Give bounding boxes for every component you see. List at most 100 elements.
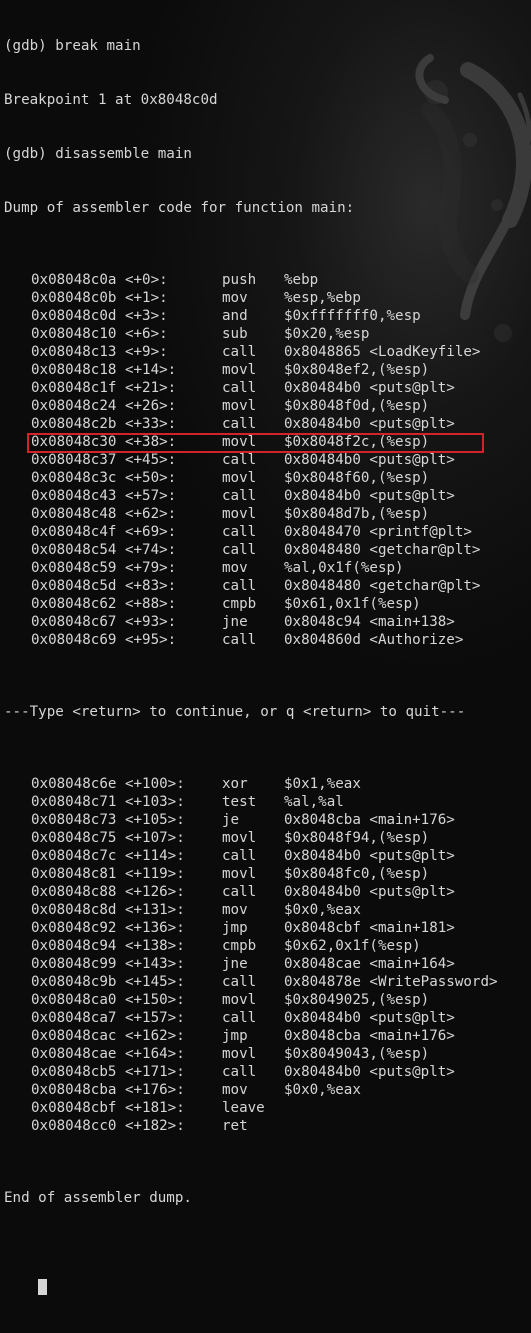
instruction-mnemonic: call bbox=[222, 974, 257, 990]
instruction-operands: $0x8048f94,(%esp) bbox=[284, 830, 430, 846]
disasm-line: 0x08048c10 <+6>: sub $0x20,%esp bbox=[4, 325, 531, 343]
disasm-line: 0x08048c0a <+0>: push %ebp bbox=[4, 271, 531, 289]
instruction-address: 0x08048c5d <+83>: bbox=[31, 578, 177, 594]
instruction-mnemonic: and bbox=[222, 308, 248, 324]
disasm-line: 0x08048c7c <+114>: call 0x80484b0 <puts@pl… bbox=[4, 847, 531, 865]
disasm-line: 0x08048c24 <+26>: movl $0x8048f0d,(%esp) bbox=[4, 397, 531, 415]
instruction-operands: 0x80484b0 <puts@plt> bbox=[284, 848, 455, 864]
instruction-address: 0x08048c69 <+95>: bbox=[31, 632, 177, 648]
instruction-address: 0x08048c73 <+105>: bbox=[31, 812, 185, 828]
disasm-line: 0x08048c94 <+138>: cmpb $0x62,0x1f(%esp) bbox=[4, 937, 531, 955]
instruction-operands: $0x8049025,(%esp) bbox=[284, 992, 430, 1008]
instruction-mnemonic: je bbox=[222, 812, 240, 828]
disasm-line: 0x08048cae <+164>: movl $0x8049043,(%esp) bbox=[4, 1045, 531, 1063]
instruction-address: 0x08048ca0 <+150>: bbox=[31, 992, 185, 1008]
instruction-mnemonic: movl bbox=[222, 362, 257, 378]
instruction-operands: 0x8048480 <getchar@plt> bbox=[284, 578, 481, 594]
disasm-line: 0x08048c2b <+33>: call 0x80484b0 <puts@plt… bbox=[4, 415, 531, 433]
instruction-mnemonic: mov bbox=[222, 560, 248, 576]
instruction-operands: 0x804878e <WritePassword> bbox=[284, 974, 498, 990]
disasm-line: 0x08048cac <+162>: jmp 0x8048cba <main+176… bbox=[4, 1027, 531, 1045]
instruction-mnemonic: leave bbox=[222, 1100, 265, 1116]
disasm-line: 0x08048c30 <+38>: movl $0x8048f2c,(%esp) bbox=[4, 433, 531, 451]
disasm-line: 0x08048c43 <+57>: call 0x80484b0 <puts@plt… bbox=[4, 487, 531, 505]
disasm-line: 0x08048c62 <+88>: cmpb $0x61,0x1f(%esp) bbox=[4, 595, 531, 613]
instruction-mnemonic: call bbox=[222, 344, 257, 360]
disasm-line: 0x08048ca7 <+157>: call 0x80484b0 <puts@pl… bbox=[4, 1009, 531, 1027]
instruction-mnemonic: ret bbox=[222, 1118, 248, 1134]
instruction-operands: %esp,%ebp bbox=[284, 290, 361, 306]
instruction-address: 0x08048c71 <+103>: bbox=[31, 794, 185, 810]
instruction-mnemonic: test bbox=[222, 794, 257, 810]
instruction-mnemonic: xor bbox=[222, 776, 248, 792]
instruction-address: 0x08048c1f <+21>: bbox=[31, 380, 177, 396]
instruction-operands: $0x8048f0d,(%esp) bbox=[284, 398, 430, 414]
instruction-address: 0x08048cbf <+181>: bbox=[31, 1100, 185, 1116]
instruction-mnemonic: push bbox=[222, 272, 257, 288]
instruction-address: 0x08048c67 <+93>: bbox=[31, 614, 177, 630]
instruction-operands: 0x80484b0 <puts@plt> bbox=[284, 488, 455, 504]
instruction-mnemonic: call bbox=[222, 1010, 257, 1026]
gdb-terminal-output[interactable]: (gdb) break main Breakpoint 1 at 0x8048c… bbox=[4, 1, 531, 1295]
disasm-line: 0x08048c88 <+126>: call 0x80484b0 <puts@pl… bbox=[4, 883, 531, 901]
disasm-line: 0x08048c3c <+50>: movl $0x8048f60,(%esp) bbox=[4, 469, 531, 487]
header-line: Dump of assembler code for function main… bbox=[4, 200, 355, 216]
instruction-operands: 0x8048865 <LoadKeyfile> bbox=[284, 344, 481, 360]
instruction-address: 0x08048c37 <+45>: bbox=[31, 452, 177, 468]
instruction-address: 0x08048c10 <+6>: bbox=[31, 326, 168, 342]
instruction-mnemonic: cmpb bbox=[222, 938, 257, 954]
disasm-line: 0x08048cbf <+181>: leave bbox=[4, 1099, 531, 1117]
instruction-operands: 0x804860d <Authorize> bbox=[284, 632, 464, 648]
instruction-mnemonic: movl bbox=[222, 470, 257, 486]
instruction-operands: %al,%al bbox=[284, 794, 344, 810]
instruction-mnemonic: movl bbox=[222, 992, 257, 1008]
disasm-line: 0x08048c0b <+1>: mov %esp,%ebp bbox=[4, 289, 531, 307]
instruction-operands: 0x80484b0 <puts@plt> bbox=[284, 380, 455, 396]
disasm-line: 0x08048c69 <+95>: call 0x804860d <Authoriz… bbox=[4, 631, 531, 649]
instruction-operands: 0x80484b0 <puts@plt> bbox=[284, 1010, 455, 1026]
instruction-address: 0x08048c0b <+1>: bbox=[31, 290, 168, 306]
instruction-mnemonic: call bbox=[222, 542, 257, 558]
instruction-address: 0x08048cba <+176>: bbox=[31, 1082, 185, 1098]
instruction-operands: 0x8048cae <main+164> bbox=[284, 956, 455, 972]
instruction-operands: 0x80484b0 <puts@plt> bbox=[284, 1064, 455, 1080]
instruction-operands: $0x62,0x1f(%esp) bbox=[284, 938, 421, 954]
disasm-line: 0x08048c1f <+21>: call 0x80484b0 <puts@plt… bbox=[4, 379, 531, 397]
disasm-line: 0x08048c9b <+145>: call 0x804878e <WritePa… bbox=[4, 973, 531, 991]
instruction-address: 0x08048c18 <+14>: bbox=[31, 362, 177, 378]
disasm-line: 0x08048c92 <+136>: jmp 0x8048cbf <main+181… bbox=[4, 919, 531, 937]
instruction-mnemonic: call bbox=[222, 380, 257, 396]
instruction-operands: 0x8048470 <printf@plt> bbox=[284, 524, 472, 540]
instruction-operands: 0x80484b0 <puts@plt> bbox=[284, 884, 455, 900]
instruction-operands: 0x80484b0 <puts@plt> bbox=[284, 452, 455, 468]
instruction-mnemonic: call bbox=[222, 848, 257, 864]
header-line: Breakpoint 1 at 0x8048c0d bbox=[4, 92, 218, 108]
disasm-line: 0x08048c13 <+9>: call 0x8048865 <LoadKeyfi… bbox=[4, 343, 531, 361]
instruction-operands: %al,0x1f(%esp) bbox=[284, 560, 404, 576]
disasm-line: 0x08048c54 <+74>: call 0x8048480 <getchar@… bbox=[4, 541, 531, 559]
instruction-address: 0x08048c99 <+143>: bbox=[31, 956, 185, 972]
instruction-mnemonic: movl bbox=[222, 506, 257, 522]
instruction-address: 0x08048cac <+162>: bbox=[31, 1028, 185, 1044]
instruction-address: 0x08048c94 <+138>: bbox=[31, 938, 185, 954]
instruction-mnemonic: jmp bbox=[222, 1028, 248, 1044]
instruction-address: 0x08048c6e <+100>: bbox=[31, 776, 185, 792]
disasm-line: 0x08048c6e <+100>: xor $0x1,%eax bbox=[4, 775, 531, 793]
instruction-address: 0x08048c24 <+26>: bbox=[31, 398, 177, 414]
instruction-address: 0x08048c54 <+74>: bbox=[31, 542, 177, 558]
instruction-mnemonic: movl bbox=[222, 434, 257, 450]
instruction-operands: 0x8048cba <main+176> bbox=[284, 1028, 455, 1044]
instruction-mnemonic: jmp bbox=[222, 920, 248, 936]
instruction-operands: $0x61,0x1f(%esp) bbox=[284, 596, 421, 612]
instruction-operands: $0x8048f2c,(%esp) bbox=[284, 434, 430, 450]
instruction-operands: $0x0,%eax bbox=[284, 902, 361, 918]
instruction-operands: 0x8048480 <getchar@plt> bbox=[284, 542, 481, 558]
instruction-address: 0x08048c43 <+57>: bbox=[31, 488, 177, 504]
instruction-address: 0x08048c81 <+119>: bbox=[31, 866, 185, 882]
header-line: (gdb) break main bbox=[4, 38, 141, 54]
instruction-mnemonic: cmpb bbox=[222, 596, 257, 612]
disasm-line: 0x08048c4f <+69>: call 0x8048470 <printf@p… bbox=[4, 523, 531, 541]
instruction-address: 0x08048cc0 <+182>: bbox=[31, 1118, 185, 1134]
disasm-line: 0x08048c71 <+103>: test %al,%al bbox=[4, 793, 531, 811]
instruction-operands: $0x20,%esp bbox=[284, 326, 370, 342]
